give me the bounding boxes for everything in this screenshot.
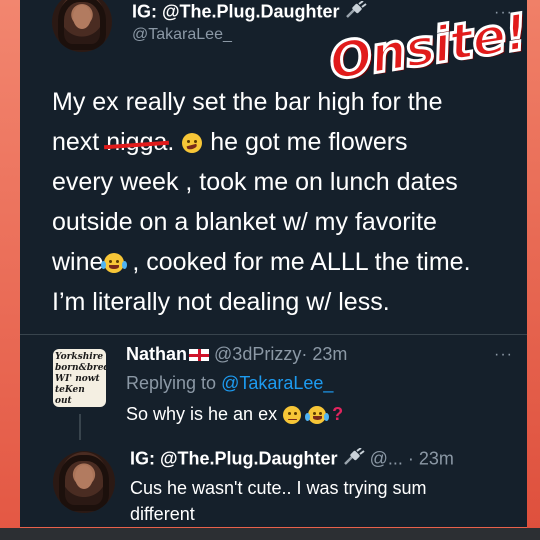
reply1-handle[interactable]: @3dPrizzy xyxy=(214,344,301,364)
bottom-bar xyxy=(0,528,540,540)
red-question-mark-emoji: ? xyxy=(332,404,344,424)
tweet-text: My ex really set the bar high for the ne… xyxy=(52,82,507,322)
frame-left xyxy=(0,0,20,540)
reply1-more-icon[interactable]: ··· xyxy=(494,346,513,364)
tweet-line-1: My ex really set the bar high for the xyxy=(52,88,443,116)
censored-word: nigga xyxy=(106,122,167,162)
frame-right xyxy=(527,0,540,540)
laughing-tears-emoji xyxy=(305,406,330,425)
divider xyxy=(20,334,527,335)
reply2-text: Cus he wasn't cute.. I was trying sum di… xyxy=(130,478,427,524)
reply1-avatar[interactable]: Yorkshire born&bred WI' nowt teKen out xyxy=(53,349,106,407)
england-flag-icon xyxy=(189,349,210,362)
tweet-line-4: outside on a blanket w/ my favorite xyxy=(52,208,437,236)
reply2-time: · 23m xyxy=(407,448,454,469)
author-avatar[interactable] xyxy=(52,0,112,52)
author-name[interactable]: IG: @The.Plug.Daughter xyxy=(132,1,340,21)
tweet-line-3: every week , took me on lunch dates xyxy=(52,168,458,196)
tweet-screenshot: IG: @The.Plug.Daughter @TakaraLee_ ··· O… xyxy=(20,0,527,527)
reply2-author-name[interactable]: IG: @The.Plug.Daughter xyxy=(130,448,338,468)
tweet-line-2: next nigga. he got me flowers xyxy=(52,122,507,162)
reply1-author-name[interactable]: Nathan xyxy=(126,344,187,364)
tweet-line-6: I’m literally not dealing w/ less. xyxy=(52,288,390,316)
reply1-text: So why is he an ex ? xyxy=(126,404,344,425)
woozy-face-emoji xyxy=(182,133,203,154)
replying-to-link[interactable]: @TakaraLee_ xyxy=(221,373,333,393)
reply2-avatar[interactable] xyxy=(53,451,115,513)
thread-line xyxy=(79,414,81,440)
tweet-line-5: wine , cooked for me ALLL the time. xyxy=(52,248,471,276)
reply1-time: · 23m xyxy=(301,344,348,364)
thinking-face-emoji xyxy=(283,406,302,425)
reply2-handle[interactable]: @... xyxy=(370,448,403,468)
author-handle[interactable]: @TakaraLee_ xyxy=(132,26,232,44)
replying-to-label: Replying to xyxy=(126,373,222,393)
laughing-tears-emoji xyxy=(101,253,128,274)
plug-icon xyxy=(345,0,367,24)
plug-icon xyxy=(343,447,365,471)
